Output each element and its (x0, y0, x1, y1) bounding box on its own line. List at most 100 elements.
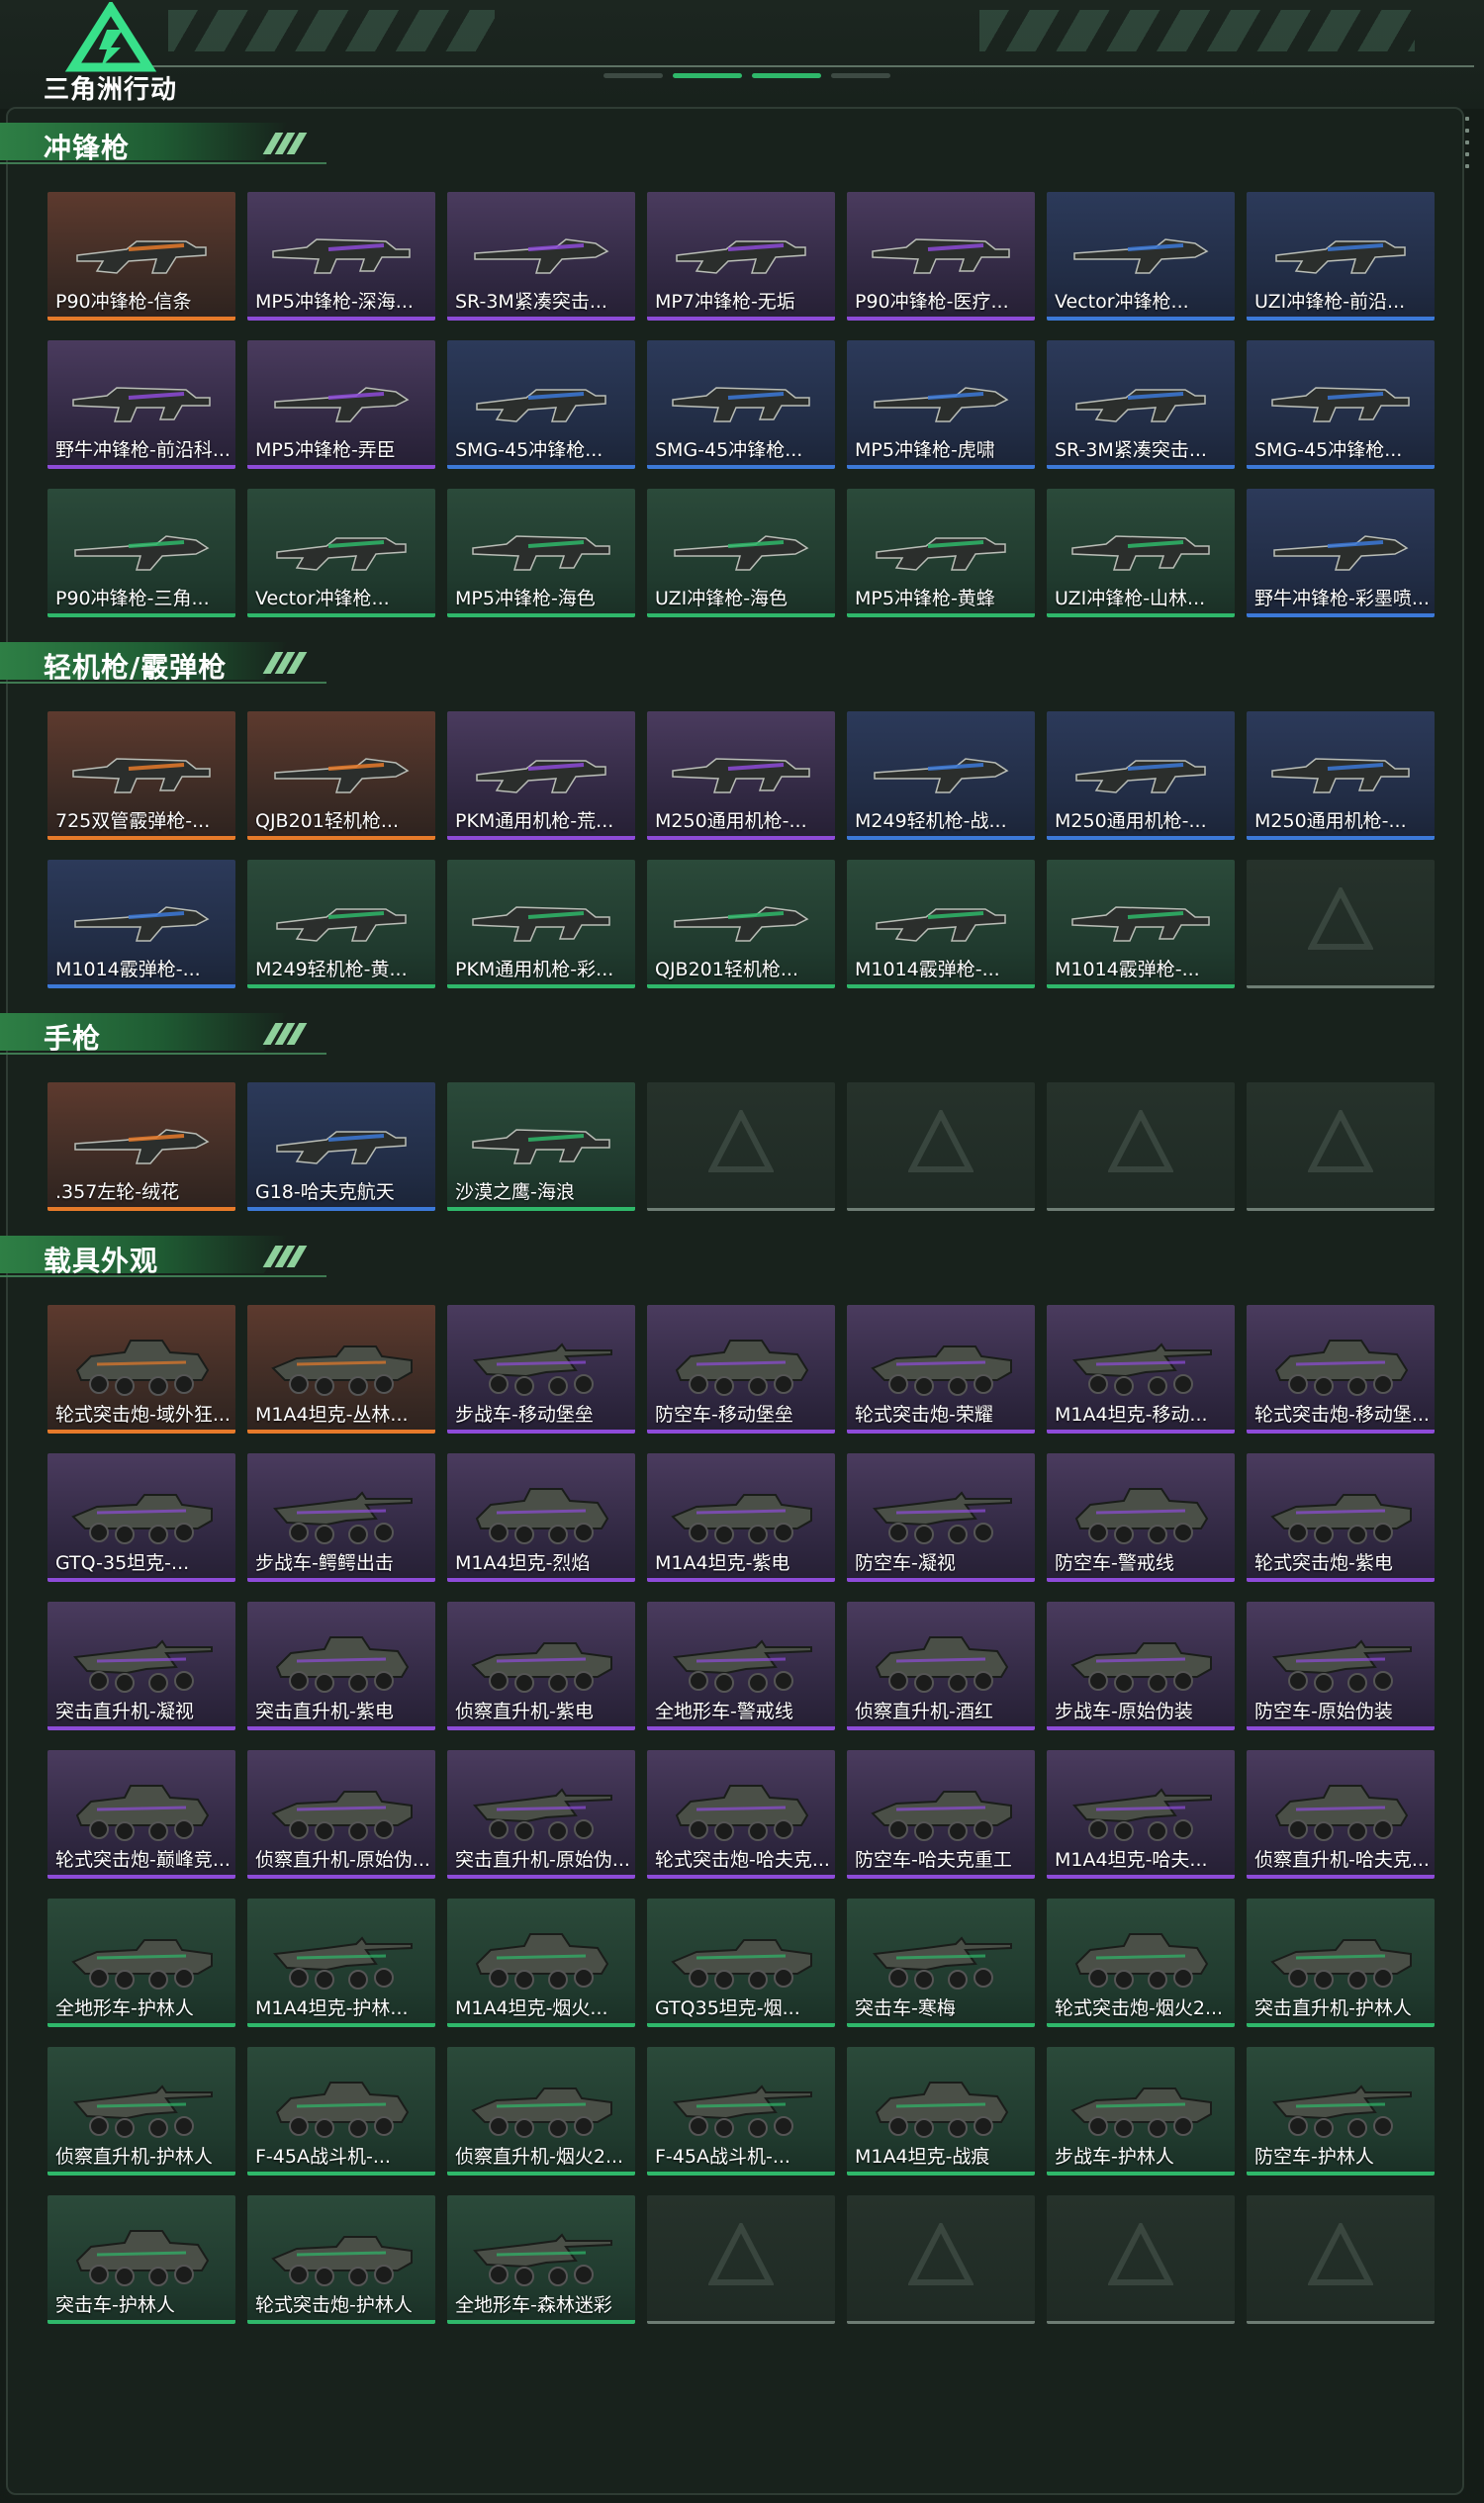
item-card[interactable]: SMG-45冲锋枪... (647, 340, 835, 469)
item-card[interactable]: 突击直升机-原始伪... (447, 1750, 635, 1879)
item-card[interactable]: 防空车-移动堡垒 (647, 1305, 835, 1434)
item-name: 防空车-移动堡垒 (655, 1404, 793, 1426)
item-card[interactable]: Vector冲锋枪... (247, 489, 435, 617)
item-card[interactable]: 轮式突击炮-护林人 (247, 2195, 435, 2324)
item-card[interactable]: 侦察直升机-烟火2... (447, 2047, 635, 2176)
item-card[interactable]: M1A4坦克-烟火... (447, 1899, 635, 2027)
rarity-bar (1047, 465, 1235, 469)
item-name: 步战车-鳄鳄出击 (255, 1552, 394, 1574)
item-card[interactable]: 全地形车-护林人 (47, 1899, 235, 2027)
item-card[interactable]: 轮式突击炮-域外狂... (47, 1305, 235, 1434)
item-card[interactable]: SMG-45冲锋枪... (1247, 340, 1435, 469)
item-card[interactable]: QJB201轻机枪... (247, 711, 435, 840)
item-card[interactable]: F-45A战斗机-... (247, 2047, 435, 2176)
item-card[interactable]: M250通用机枪-... (1247, 711, 1435, 840)
item-card[interactable]: P90冲锋枪-三角... (47, 489, 235, 617)
item-card[interactable]: SR-3M紧凑突击... (1047, 340, 1235, 469)
item-card[interactable]: M1A4坦克-丛林... (247, 1305, 435, 1434)
item-thumbnail (247, 1750, 435, 1849)
item-card[interactable]: 突击车-寒梅 (847, 1899, 1035, 2027)
item-name: UZI冲锋枪-前沿... (1254, 291, 1406, 313)
item-thumbnail (847, 1750, 1035, 1849)
item-card[interactable]: 侦察直升机-酒红 (847, 1602, 1035, 1730)
item-card[interactable]: SR-3M紧凑突击... (447, 192, 635, 321)
item-card[interactable]: M1A4坦克-战痕 (847, 2047, 1035, 2176)
item-name: M1A4坦克-护林... (255, 1997, 409, 2019)
item-card[interactable]: UZI冲锋枪-山林... (1047, 489, 1235, 617)
rarity-bar (1247, 1208, 1435, 1211)
item-card[interactable]: PKM通用机枪-彩... (447, 860, 635, 988)
item-card[interactable]: 沙漠之鹰-海浪 (447, 1082, 635, 1211)
item-card[interactable]: 侦察直升机-哈夫克... (1247, 1750, 1435, 1879)
item-card[interactable]: UZI冲锋枪-海色 (647, 489, 835, 617)
item-card[interactable]: MP5冲锋枪-黄蜂 (847, 489, 1035, 617)
item-card[interactable]: M250通用机枪-... (1047, 711, 1235, 840)
item-card[interactable]: 防空车-警戒线 (1047, 1453, 1235, 1582)
section-header: 冲锋枪 (0, 119, 326, 164)
item-card[interactable]: 725双管霰弹枪-... (47, 711, 235, 840)
item-card[interactable]: 突击直升机-紫电 (247, 1602, 435, 1730)
item-card[interactable]: PKM通用机枪-荒... (447, 711, 635, 840)
item-card[interactable]: GTQ35坦克-烟... (647, 1899, 835, 2027)
item-card[interactable]: 突击车-护林人 (47, 2195, 235, 2324)
item-card[interactable]: 轮式突击炮-哈夫克... (647, 1750, 835, 1879)
item-card[interactable]: 突击直升机-护林人 (1247, 1899, 1435, 2027)
item-card[interactable]: 野牛冲锋枪-前沿科... (47, 340, 235, 469)
section-title: 轻机枪/霰弹枪 (44, 651, 228, 684)
item-card[interactable]: G18-哈夫克航天 (247, 1082, 435, 1211)
item-card[interactable]: MP5冲锋枪-深海... (247, 192, 435, 321)
item-card[interactable]: M1A4坦克-哈夫... (1047, 1750, 1235, 1879)
item-card[interactable]: M1A4坦克-移动... (1047, 1305, 1235, 1434)
item-card[interactable]: M249轻机枪-黄... (247, 860, 435, 988)
item-card[interactable]: 轮式突击炮-荣耀 (847, 1305, 1035, 1434)
item-card[interactable]: 突击直升机-凝视 (47, 1602, 235, 1730)
item-card[interactable]: M1A4坦克-护林... (247, 1899, 435, 2027)
item-card[interactable]: 全地形车-警戒线 (647, 1602, 835, 1730)
item-card[interactable]: F-45A战斗机-... (647, 2047, 835, 2176)
item-card[interactable]: SMG-45冲锋枪... (447, 340, 635, 469)
item-card[interactable]: 步战车-护林人 (1047, 2047, 1235, 2176)
item-card[interactable]: 轮式突击炮-移动堡... (1247, 1305, 1435, 1434)
item-card[interactable]: 步战车-移动堡垒 (447, 1305, 635, 1434)
item-card[interactable]: MP5冲锋枪-海色 (447, 489, 635, 617)
item-card[interactable]: M249轻机枪-战... (847, 711, 1035, 840)
item-card[interactable]: 步战车-鳄鳄出击 (247, 1453, 435, 1582)
item-card[interactable]: M1A4坦克-紫电 (647, 1453, 835, 1582)
item-card[interactable]: M250通用机枪-... (647, 711, 835, 840)
item-card[interactable]: M1014霰弹枪-... (47, 860, 235, 988)
item-card[interactable]: QJB201轻机枪... (647, 860, 835, 988)
item-card[interactable]: 防空车-原始伪装 (1247, 1602, 1435, 1730)
vehicle-thumbnail-icon (73, 1639, 213, 1693)
item-card[interactable]: Vector冲锋枪... (1047, 192, 1235, 321)
item-name: SR-3M紧凑突击... (1055, 439, 1207, 461)
item-card[interactable]: GTQ-35坦克-... (47, 1453, 235, 1582)
item-card[interactable]: 轮式突击炮-紫电 (1247, 1453, 1435, 1582)
item-card[interactable]: 防空车-凝视 (847, 1453, 1035, 1582)
item-card[interactable]: 防空车-护林人 (1247, 2047, 1435, 2176)
item-card[interactable]: M1014霰弹枪-... (1047, 860, 1235, 988)
item-card[interactable]: 全地形车-森林迷彩 (447, 2195, 635, 2324)
item-thumbnail (1047, 860, 1235, 959)
vehicle-thumbnail-icon (1074, 1933, 1209, 1990)
rarity-bar (1247, 985, 1435, 988)
scrollbar-indicator[interactable] (1464, 117, 1470, 176)
item-card[interactable]: P90冲锋枪-医疗... (847, 192, 1035, 321)
item-card[interactable]: 轮式突击炮-巅峰竞... (47, 1750, 235, 1879)
item-card[interactable]: M1A4坦克-烈焰 (447, 1453, 635, 1582)
item-card[interactable]: MP5冲锋枪-弄臣 (247, 340, 435, 469)
item-card[interactable]: 侦察直升机-紫电 (447, 1602, 635, 1730)
item-card[interactable]: UZI冲锋枪-前沿... (1247, 192, 1435, 321)
item-card[interactable]: 步战车-原始伪装 (1047, 1602, 1235, 1730)
weapon-thumbnail-icon (672, 758, 810, 793)
item-card[interactable]: 侦察直升机-护林人 (47, 2047, 235, 2176)
item-card[interactable]: MP7冲锋枪-无垢 (647, 192, 835, 321)
item-card[interactable]: .357左轮-绒花 (47, 1082, 235, 1211)
vehicle-thumbnail-icon (673, 2085, 812, 2138)
item-card[interactable]: MP5冲锋枪-虎啸 (847, 340, 1035, 469)
item-card[interactable]: 野牛冲锋枪-彩墨喷... (1247, 489, 1435, 617)
item-card[interactable]: 防空车-哈夫克重工 (847, 1750, 1035, 1879)
item-card[interactable]: 侦察直升机-原始伪... (247, 1750, 435, 1879)
item-card[interactable]: 轮式突击炮-烟火2... (1047, 1899, 1235, 2027)
item-card[interactable]: P90冲锋枪-信条 (47, 192, 235, 321)
item-card[interactable]: M1014霰弹枪-... (847, 860, 1035, 988)
